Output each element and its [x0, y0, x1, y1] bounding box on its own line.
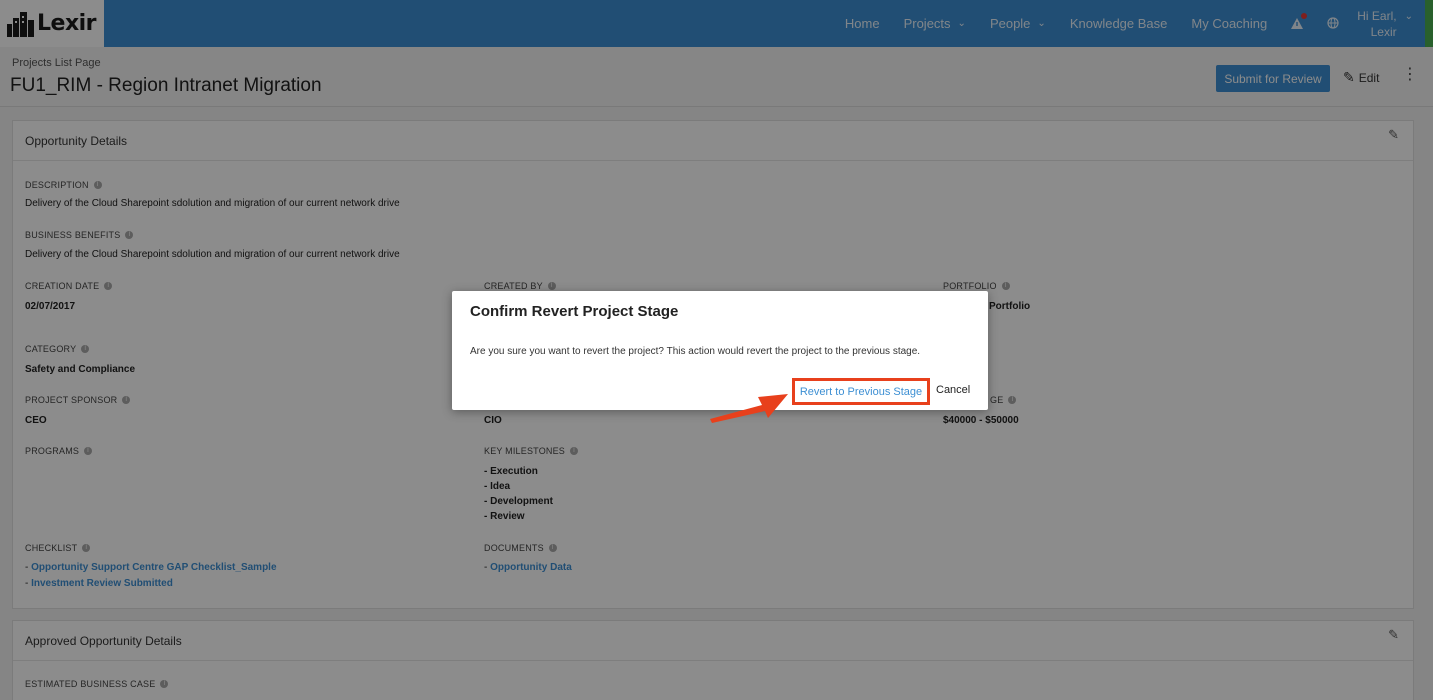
- revert-to-previous-stage-button[interactable]: Revert to Previous Stage: [792, 378, 930, 405]
- dialog-message: Are you sure you want to revert the proj…: [470, 346, 921, 357]
- cancel-button[interactable]: Cancel: [936, 384, 970, 396]
- dialog-title: Confirm Revert Project Stage: [470, 303, 679, 320]
- arrow-annotation-icon: [710, 394, 788, 423]
